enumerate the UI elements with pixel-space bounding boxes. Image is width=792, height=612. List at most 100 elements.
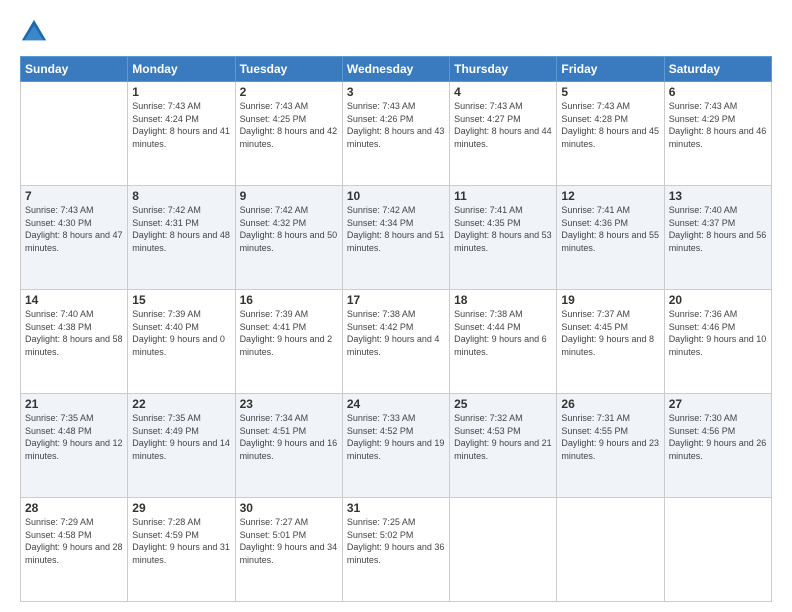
day-number: 15: [132, 293, 230, 307]
day-info: Sunrise: 7:43 AMSunset: 4:27 PMDaylight:…: [454, 100, 552, 150]
day-number: 21: [25, 397, 123, 411]
calendar-cell: 30Sunrise: 7:27 AMSunset: 5:01 PMDayligh…: [235, 498, 342, 602]
calendar-cell: 29Sunrise: 7:28 AMSunset: 4:59 PMDayligh…: [128, 498, 235, 602]
calendar-week-2: 7Sunrise: 7:43 AMSunset: 4:30 PMDaylight…: [21, 186, 772, 290]
day-info: Sunrise: 7:40 AMSunset: 4:37 PMDaylight:…: [669, 204, 767, 254]
day-number: 20: [669, 293, 767, 307]
day-number: 16: [240, 293, 338, 307]
day-number: 22: [132, 397, 230, 411]
calendar-cell: [664, 498, 771, 602]
day-info: Sunrise: 7:38 AMSunset: 4:42 PMDaylight:…: [347, 308, 445, 358]
day-number: 17: [347, 293, 445, 307]
day-info: Sunrise: 7:28 AMSunset: 4:59 PMDaylight:…: [132, 516, 230, 566]
day-info: Sunrise: 7:43 AMSunset: 4:30 PMDaylight:…: [25, 204, 123, 254]
day-number: 19: [561, 293, 659, 307]
calendar-cell: 27Sunrise: 7:30 AMSunset: 4:56 PMDayligh…: [664, 394, 771, 498]
calendar-cell: 1Sunrise: 7:43 AMSunset: 4:24 PMDaylight…: [128, 82, 235, 186]
calendar-cell: 9Sunrise: 7:42 AMSunset: 4:32 PMDaylight…: [235, 186, 342, 290]
calendar-cell: 15Sunrise: 7:39 AMSunset: 4:40 PMDayligh…: [128, 290, 235, 394]
day-number: 13: [669, 189, 767, 203]
day-number: 30: [240, 501, 338, 515]
calendar-cell: 6Sunrise: 7:43 AMSunset: 4:29 PMDaylight…: [664, 82, 771, 186]
day-info: Sunrise: 7:43 AMSunset: 4:29 PMDaylight:…: [669, 100, 767, 150]
day-number: 18: [454, 293, 552, 307]
day-info: Sunrise: 7:30 AMSunset: 4:56 PMDaylight:…: [669, 412, 767, 462]
day-number: 12: [561, 189, 659, 203]
calendar-cell: [21, 82, 128, 186]
day-number: 10: [347, 189, 445, 203]
header: [20, 18, 772, 46]
day-number: 1: [132, 85, 230, 99]
day-info: Sunrise: 7:41 AMSunset: 4:36 PMDaylight:…: [561, 204, 659, 254]
calendar-cell: 12Sunrise: 7:41 AMSunset: 4:36 PMDayligh…: [557, 186, 664, 290]
day-info: Sunrise: 7:43 AMSunset: 4:24 PMDaylight:…: [132, 100, 230, 150]
day-info: Sunrise: 7:42 AMSunset: 4:34 PMDaylight:…: [347, 204, 445, 254]
day-number: 3: [347, 85, 445, 99]
day-number: 2: [240, 85, 338, 99]
day-number: 26: [561, 397, 659, 411]
day-number: 14: [25, 293, 123, 307]
day-info: Sunrise: 7:33 AMSunset: 4:52 PMDaylight:…: [347, 412, 445, 462]
calendar-cell: 10Sunrise: 7:42 AMSunset: 4:34 PMDayligh…: [342, 186, 449, 290]
calendar-cell: 16Sunrise: 7:39 AMSunset: 4:41 PMDayligh…: [235, 290, 342, 394]
day-number: 29: [132, 501, 230, 515]
calendar-cell: 11Sunrise: 7:41 AMSunset: 4:35 PMDayligh…: [450, 186, 557, 290]
day-info: Sunrise: 7:41 AMSunset: 4:35 PMDaylight:…: [454, 204, 552, 254]
day-number: 24: [347, 397, 445, 411]
calendar-week-4: 21Sunrise: 7:35 AMSunset: 4:48 PMDayligh…: [21, 394, 772, 498]
day-number: 9: [240, 189, 338, 203]
day-info: Sunrise: 7:37 AMSunset: 4:45 PMDaylight:…: [561, 308, 659, 358]
day-info: Sunrise: 7:25 AMSunset: 5:02 PMDaylight:…: [347, 516, 445, 566]
day-number: 28: [25, 501, 123, 515]
calendar-cell: 31Sunrise: 7:25 AMSunset: 5:02 PMDayligh…: [342, 498, 449, 602]
calendar-cell: 14Sunrise: 7:40 AMSunset: 4:38 PMDayligh…: [21, 290, 128, 394]
calendar-cell: 4Sunrise: 7:43 AMSunset: 4:27 PMDaylight…: [450, 82, 557, 186]
calendar-week-1: 1Sunrise: 7:43 AMSunset: 4:24 PMDaylight…: [21, 82, 772, 186]
day-number: 31: [347, 501, 445, 515]
calendar-cell: 24Sunrise: 7:33 AMSunset: 4:52 PMDayligh…: [342, 394, 449, 498]
calendar-cell: 26Sunrise: 7:31 AMSunset: 4:55 PMDayligh…: [557, 394, 664, 498]
day-info: Sunrise: 7:35 AMSunset: 4:48 PMDaylight:…: [25, 412, 123, 462]
logo-icon: [20, 18, 48, 46]
day-info: Sunrise: 7:36 AMSunset: 4:46 PMDaylight:…: [669, 308, 767, 358]
day-info: Sunrise: 7:39 AMSunset: 4:40 PMDaylight:…: [132, 308, 230, 358]
day-number: 7: [25, 189, 123, 203]
calendar-cell: 3Sunrise: 7:43 AMSunset: 4:26 PMDaylight…: [342, 82, 449, 186]
calendar-cell: 21Sunrise: 7:35 AMSunset: 4:48 PMDayligh…: [21, 394, 128, 498]
page: SundayMondayTuesdayWednesdayThursdayFrid…: [0, 0, 792, 612]
weekday-header-saturday: Saturday: [664, 57, 771, 82]
calendar-cell: [450, 498, 557, 602]
calendar-cell: 2Sunrise: 7:43 AMSunset: 4:25 PMDaylight…: [235, 82, 342, 186]
weekday-header-tuesday: Tuesday: [235, 57, 342, 82]
day-info: Sunrise: 7:27 AMSunset: 5:01 PMDaylight:…: [240, 516, 338, 566]
calendar-cell: 22Sunrise: 7:35 AMSunset: 4:49 PMDayligh…: [128, 394, 235, 498]
calendar-cell: 17Sunrise: 7:38 AMSunset: 4:42 PMDayligh…: [342, 290, 449, 394]
day-info: Sunrise: 7:35 AMSunset: 4:49 PMDaylight:…: [132, 412, 230, 462]
day-number: 25: [454, 397, 552, 411]
weekday-header-row: SundayMondayTuesdayWednesdayThursdayFrid…: [21, 57, 772, 82]
day-number: 23: [240, 397, 338, 411]
calendar-cell: 13Sunrise: 7:40 AMSunset: 4:37 PMDayligh…: [664, 186, 771, 290]
day-info: Sunrise: 7:42 AMSunset: 4:32 PMDaylight:…: [240, 204, 338, 254]
day-number: 5: [561, 85, 659, 99]
calendar-cell: 5Sunrise: 7:43 AMSunset: 4:28 PMDaylight…: [557, 82, 664, 186]
day-info: Sunrise: 7:34 AMSunset: 4:51 PMDaylight:…: [240, 412, 338, 462]
day-number: 11: [454, 189, 552, 203]
day-info: Sunrise: 7:43 AMSunset: 4:25 PMDaylight:…: [240, 100, 338, 150]
calendar-cell: 18Sunrise: 7:38 AMSunset: 4:44 PMDayligh…: [450, 290, 557, 394]
calendar-cell: 20Sunrise: 7:36 AMSunset: 4:46 PMDayligh…: [664, 290, 771, 394]
day-info: Sunrise: 7:32 AMSunset: 4:53 PMDaylight:…: [454, 412, 552, 462]
calendar-cell: 28Sunrise: 7:29 AMSunset: 4:58 PMDayligh…: [21, 498, 128, 602]
logo: [20, 18, 52, 46]
weekday-header-sunday: Sunday: [21, 57, 128, 82]
weekday-header-thursday: Thursday: [450, 57, 557, 82]
calendar-cell: 19Sunrise: 7:37 AMSunset: 4:45 PMDayligh…: [557, 290, 664, 394]
calendar-cell: 7Sunrise: 7:43 AMSunset: 4:30 PMDaylight…: [21, 186, 128, 290]
calendar-table: SundayMondayTuesdayWednesdayThursdayFrid…: [20, 56, 772, 602]
day-info: Sunrise: 7:43 AMSunset: 4:26 PMDaylight:…: [347, 100, 445, 150]
day-info: Sunrise: 7:43 AMSunset: 4:28 PMDaylight:…: [561, 100, 659, 150]
calendar-cell: [557, 498, 664, 602]
weekday-header-monday: Monday: [128, 57, 235, 82]
day-info: Sunrise: 7:40 AMSunset: 4:38 PMDaylight:…: [25, 308, 123, 358]
day-info: Sunrise: 7:38 AMSunset: 4:44 PMDaylight:…: [454, 308, 552, 358]
